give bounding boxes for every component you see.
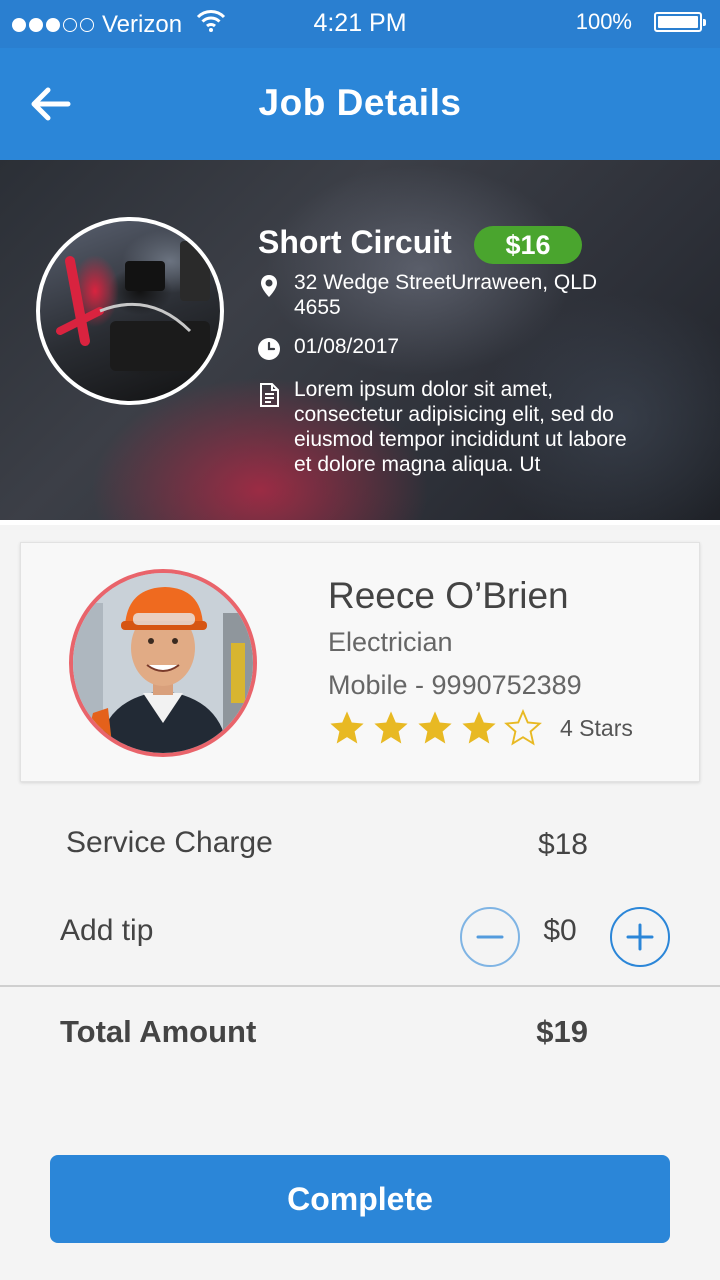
star-empty-icon	[504, 709, 542, 746]
worker-role: Electrician	[328, 627, 453, 657]
battery-icon	[654, 12, 706, 32]
tip-decrease-button[interactable]	[460, 907, 520, 967]
clock-icon	[258, 338, 280, 360]
status-bar: Verizon 4:21 PM 100%	[0, 0, 720, 48]
battery-label: 100%	[575, 9, 632, 34]
tip-value: $0	[543, 914, 577, 947]
plus-icon	[626, 923, 654, 951]
job-photo	[36, 217, 224, 405]
document-icon	[260, 383, 279, 407]
worker-mobile: Mobile - 9990752389	[328, 670, 582, 700]
star-rating: 4 Stars	[328, 709, 633, 747]
job-description: Lorem ipsum dolor sit amet, consectetur …	[294, 378, 627, 476]
price-badge: $16	[474, 226, 582, 264]
worker-name: Reece O’Brien	[328, 575, 569, 616]
total-amount-value: $19	[536, 1014, 588, 1049]
avatar	[69, 569, 257, 757]
star-filled-icon	[462, 711, 496, 744]
app-bar: Job Details	[0, 48, 720, 160]
star-filled-icon	[374, 711, 408, 744]
rating-text: 4 Stars	[560, 714, 633, 741]
location-pin-icon	[261, 275, 277, 297]
status-right: 100%	[575, 9, 706, 35]
job-address: 32 Wedge StreetUrraween, QLD 4655	[294, 271, 598, 319]
service-charge-value: $18	[537, 828, 588, 861]
minus-icon	[476, 935, 504, 939]
tip-increase-button[interactable]	[610, 907, 670, 967]
tip-label: Add tip	[60, 914, 154, 947]
total-divider	[0, 985, 720, 987]
complete-button[interactable]: Complete	[50, 1155, 670, 1243]
job-title: Short Circuit	[258, 224, 452, 260]
page-title: Job Details	[258, 82, 462, 123]
job-hero: Short Circuit $16 32 Wedge StreetUrrawee…	[0, 160, 720, 520]
job-date: 01/08/2017	[294, 335, 400, 358]
star-filled-icon	[418, 711, 452, 744]
hero-divider	[0, 520, 720, 525]
total-amount-label: Total Amount	[60, 1014, 257, 1049]
worker-card: Reece O’Brien Electrician Mobile - 99907…	[20, 542, 700, 782]
service-charge-label: Service Charge	[66, 826, 273, 859]
star-filled-icon	[330, 711, 364, 744]
